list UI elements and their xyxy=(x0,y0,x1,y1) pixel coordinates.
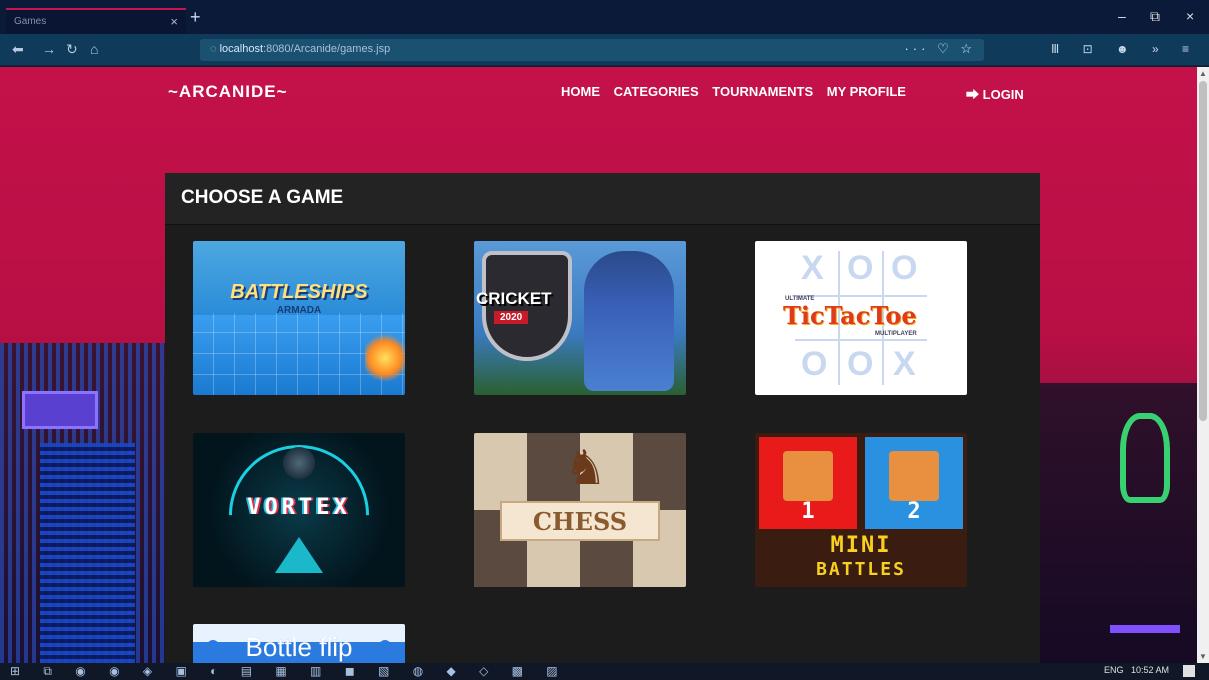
neon-bar xyxy=(1110,625,1180,633)
neon-flame-icon xyxy=(1120,413,1170,503)
panel-header: CHOOSE A GAME xyxy=(165,173,1040,225)
game-title: VORTEX xyxy=(247,495,351,520)
system-tray[interactable]: ENG 10:52 AM xyxy=(1104,665,1169,675)
url-actions-icon[interactable]: ··· ♡ ☆ xyxy=(904,41,976,57)
tray-clock[interactable]: 10:52 AM xyxy=(1131,665,1169,675)
browser-nav-bar: ⬅ → ↻ ⌂ ◌ localhost:8080/Arcanide/games.… xyxy=(0,34,1209,66)
game-title: BATTLESHIPS xyxy=(230,281,368,303)
login-label: LOGIN xyxy=(982,87,1024,102)
neon-sign xyxy=(22,391,98,429)
city-background-right xyxy=(1040,383,1197,663)
game-title: CHESS xyxy=(532,507,628,536)
o-mark-icon: O xyxy=(891,249,918,287)
site-header: ~ARCANIDE~ HOME CATEGORIES TOURNAMENTS M… xyxy=(0,67,1197,117)
player-number: 1 xyxy=(801,499,815,524)
page-viewport: ~ARCANIDE~ HOME CATEGORIES TOURNAMENTS M… xyxy=(0,67,1197,663)
panel-title: CHOOSE A GAME xyxy=(181,187,344,208)
main-menu: HOME CATEGORIES TOURNAMENTS MY PROFILE xyxy=(561,84,916,99)
game-card-tictactoe[interactable]: X O O O O X ULTIMATE TicTacToe MULTIPLAY… xyxy=(755,241,967,395)
arrow-up-icon xyxy=(275,537,323,573)
game-card-mini-battles[interactable]: 1 2 MINI BATTLES xyxy=(755,433,967,587)
browser-tab[interactable]: Games × xyxy=(6,8,186,34)
minimize-icon[interactable]: – xyxy=(1118,8,1126,24)
shield-icon: ◌ xyxy=(210,43,220,55)
close-window-icon[interactable]: × xyxy=(1186,8,1194,24)
os-taskbar: ⊞ ⧉ ◉ ◉ ◈ ▣ ◐ ▤ ▦ ▥ ◼ ▧ ◍ ◆ ◇ ▩ ▨ ENG 10… xyxy=(0,663,1209,680)
game-title: CRICKET xyxy=(476,289,552,308)
game-title: Bottle flip xyxy=(245,632,353,662)
game-subtitle: ARMADA xyxy=(276,305,322,316)
explosion-decoration xyxy=(365,333,405,383)
site-logo[interactable]: ~ARCANIDE~ xyxy=(168,82,288,102)
viking-face-icon xyxy=(889,451,939,501)
taskbar-app-icons[interactable]: ⊞ ⧉ ◉ ◉ ◈ ▣ ◐ ▤ ▦ ▥ ◼ ▧ ◍ ◆ ◇ ▩ ▨ xyxy=(10,664,568,679)
back-icon[interactable]: ⬅ xyxy=(12,41,24,58)
home-icon[interactable]: ⌂ xyxy=(90,41,98,57)
notification-icon[interactable] xyxy=(1183,665,1195,677)
login-icon: ⮕ xyxy=(966,87,980,102)
building-windows xyxy=(40,443,135,663)
game-card-vortex[interactable]: VORTEX xyxy=(193,433,405,587)
x-mark-icon: X xyxy=(893,345,916,383)
game-title-line2: BATTLES xyxy=(816,559,906,580)
nav-categories[interactable]: CATEGORIES xyxy=(614,84,699,99)
game-card-cricket[interactable]: CRICKET 2020 xyxy=(474,241,686,395)
url-host: localhost xyxy=(219,43,264,55)
game-card-battleships[interactable]: BATTLESHIPS ARMADA xyxy=(193,241,405,395)
game-card-chess[interactable]: ♞ CHESS xyxy=(474,433,686,587)
game-card-bottle-flip[interactable]: Bottle flip xyxy=(193,624,405,663)
url-path: :8080/Arcanide/games.jsp xyxy=(263,43,391,55)
nav-my-profile[interactable]: MY PROFILE xyxy=(827,84,906,99)
city-background-left xyxy=(0,343,165,663)
tray-language[interactable]: ENG xyxy=(1104,665,1124,675)
scroll-up-icon[interactable]: ▲ xyxy=(1199,69,1207,78)
o-mark-icon: O xyxy=(847,345,874,383)
forward-icon[interactable]: → xyxy=(42,41,56,57)
url-bar[interactable]: ◌ localhost:8080/Arcanide/games.jsp ··· … xyxy=(200,39,984,61)
game-tag-bottom: MULTIPLAYER xyxy=(875,331,917,337)
games-panel: CHOOSE A GAME BATTLESHIPS ARMADA CRICKET… xyxy=(165,173,1040,663)
tab-title: Games xyxy=(14,16,47,27)
x-mark-icon: X xyxy=(801,249,824,287)
new-tab-icon[interactable]: + xyxy=(190,7,201,28)
reload-icon[interactable]: ↻ xyxy=(66,41,78,58)
player-number: 2 xyxy=(907,499,921,524)
close-tab-icon[interactable]: × xyxy=(170,14,178,29)
o-mark-icon: O xyxy=(847,249,874,287)
orb-decoration xyxy=(283,447,315,479)
login-button[interactable]: ⮕ LOGIN xyxy=(966,84,1024,103)
game-title-line1: MINI xyxy=(830,533,892,558)
browser-tab-bar: Games × + – ⧉ × xyxy=(0,0,1209,34)
game-year-badge: 2020 xyxy=(494,311,529,324)
toolbar-icons[interactable]: Ⅲ ⊡ ☻ » ≡ xyxy=(1051,42,1199,56)
scroll-down-icon[interactable]: ▼ xyxy=(1199,652,1207,661)
page-scrollbar[interactable]: ▲ ▼ xyxy=(1197,67,1209,663)
player-one-panel: 1 xyxy=(759,437,857,529)
player-figure xyxy=(584,251,674,391)
restore-icon[interactable]: ⧉ xyxy=(1150,8,1160,25)
knight-icon: ♞ xyxy=(564,442,608,495)
viking-face-icon xyxy=(783,451,833,501)
player-two-panel: 2 xyxy=(865,437,963,529)
game-title: TicTacToe xyxy=(783,301,917,330)
o-mark-icon: O xyxy=(801,345,828,383)
nav-tournaments[interactable]: TOURNAMENTS xyxy=(712,84,813,99)
scroll-thumb[interactable] xyxy=(1199,81,1207,421)
nav-home[interactable]: HOME xyxy=(561,84,600,99)
